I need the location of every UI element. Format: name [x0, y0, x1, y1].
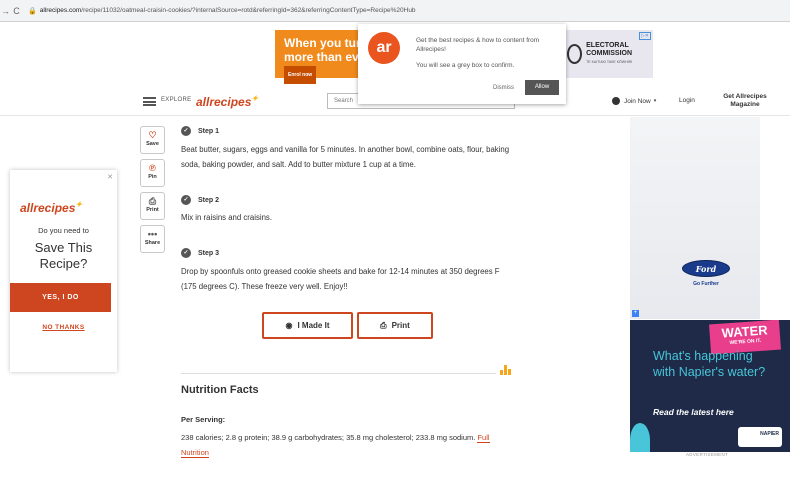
heart-icon: ♡ — [148, 130, 157, 140]
notification-confirm-text: You will see a grey box to confirm. — [416, 62, 515, 69]
chef-hat-icon: ◉ — [285, 321, 293, 330]
reload-icon[interactable]: C — [11, 6, 22, 16]
adchoices-icon[interactable]: ▷✕ — [638, 32, 651, 40]
water-ad-cta[interactable]: Read the latest here — [653, 407, 734, 417]
close-icon[interactable]: ✕ — [107, 173, 113, 181]
sponsor-sub: TE KAITIAKI TAKE KŌWHIRI — [586, 60, 633, 64]
save-tool-button[interactable]: ♡ Save — [140, 126, 165, 154]
user-icon — [612, 97, 620, 105]
water-ad-question: What's happening with Napier's water? — [653, 349, 766, 379]
allow-button[interactable]: Allow — [525, 80, 559, 95]
join-label: Join Now — [624, 97, 651, 105]
save-prompt-heading: Save This Recipe? — [34, 240, 93, 271]
per-serving-label: Per Serving: — [181, 415, 226, 424]
lock-icon: 🔒 — [28, 7, 37, 15]
yes-save-button[interactable]: YES, I DO — [10, 283, 111, 312]
printer-icon: ⎙ — [380, 320, 387, 330]
allrecipes-logo: allrecipes✦ — [20, 200, 83, 215]
advertisement-label: ADVERTISEMENT — [686, 452, 729, 457]
water-drop-shape — [630, 423, 650, 452]
dismiss-button[interactable]: Dismiss — [493, 85, 514, 91]
step-1-text: Beat butter, sugars, eggs and vanilla fo… — [181, 145, 510, 169]
print-button[interactable]: ⎙ Print — [357, 312, 433, 339]
share-tool-button[interactable]: ••• Share — [140, 225, 165, 253]
check-circle-icon[interactable]: ✓ — [181, 248, 191, 258]
i-made-it-button[interactable]: ◉ I Made It — [262, 312, 353, 339]
ford-ad[interactable]: Ford Go Further + — [630, 117, 760, 319]
nutrition-title: Nutrition Facts — [181, 384, 259, 396]
step-2-header[interactable]: ✓ Step 2 — [181, 195, 219, 205]
logo-sun-icon: ✦ — [251, 94, 259, 103]
print-tool-button[interactable]: ⎙ Print — [140, 192, 165, 220]
step-1-header[interactable]: ✓ Step 1 — [181, 126, 219, 136]
push-notification-popup: ar Get the best recipes & how to content… — [358, 24, 566, 104]
nutrition-chart-icon[interactable] — [500, 365, 512, 375]
save-prompt-text: Do you need to — [38, 226, 89, 235]
page: When you turn more than ever Enrol now E… — [0, 22, 790, 504]
pinterest-icon: ℗ — [149, 163, 156, 173]
magazine-link[interactable]: Get Allrecipes Magazine — [715, 93, 775, 109]
nutrition-text: 238 calories; 2.8 g protein; 38.9 g carb… — [181, 433, 490, 458]
join-now-button[interactable]: Join Now ▾ — [612, 97, 656, 105]
ford-tagline: Go Further — [693, 281, 719, 287]
ad-info-icon[interactable]: + — [632, 310, 639, 317]
url-path[interactable]: /recipe/11032/oatmeal-craisin-cookies/?i… — [81, 7, 415, 14]
pin-tool-button[interactable]: ℗ Pin — [140, 159, 165, 187]
allrecipes-ar-logo: ar — [368, 32, 400, 64]
electoral-seal-icon — [567, 44, 583, 64]
top-ad-cta[interactable]: Enrol now — [284, 66, 317, 84]
napier-logo: NAPIER — [738, 427, 782, 447]
forward-icon[interactable]: → — [0, 6, 11, 16]
section-divider — [181, 373, 496, 374]
step-2-text: Mix in raisins and craisins. — [181, 213, 272, 222]
url-domain[interactable]: allrecipes.com — [40, 7, 82, 14]
ford-logo: Ford — [682, 260, 730, 277]
step-3-text: Drop by spoonfuls onto greased cookie sh… — [181, 267, 500, 291]
step-3-header[interactable]: ✓ Step 3 — [181, 248, 219, 258]
sponsor-name: ELECTORAL COMMISSION — [586, 42, 633, 57]
site-logo[interactable]: allrecipes✦ — [196, 94, 258, 109]
notification-message: Get the best recipes & how to content fr… — [416, 37, 540, 53]
check-circle-icon[interactable]: ✓ — [181, 126, 191, 136]
browser-url-bar[interactable]: → C 🔒 allrecipes.com /recipe/11032/oatme… — [0, 0, 790, 22]
save-recipe-card: ✕ allrecipes✦ Do you need to Save This R… — [10, 170, 117, 372]
napier-water-ad[interactable]: WATER WE'RE ON IT. What's happening with… — [630, 320, 790, 452]
check-circle-icon[interactable]: ✓ — [181, 195, 191, 205]
hamburger-menu-icon[interactable] — [143, 97, 156, 106]
electoral-commission-logo: ELECTORAL COMMISSION TE KAITIAKI TAKE KŌ… — [567, 40, 649, 68]
logo-sun-icon: ✦ — [75, 200, 83, 209]
more-dots-icon: ••• — [147, 229, 158, 239]
login-link[interactable]: Login — [679, 97, 695, 104]
printer-icon: ⎙ — [148, 196, 157, 206]
explore-link[interactable]: EXPLORE — [161, 97, 191, 103]
chevron-down-icon: ▾ — [653, 98, 657, 104]
no-thanks-link[interactable]: NO THANKS — [10, 324, 117, 331]
recipe-tools: ♡ Save ℗ Pin ⎙ Print ••• Share — [140, 126, 165, 258]
